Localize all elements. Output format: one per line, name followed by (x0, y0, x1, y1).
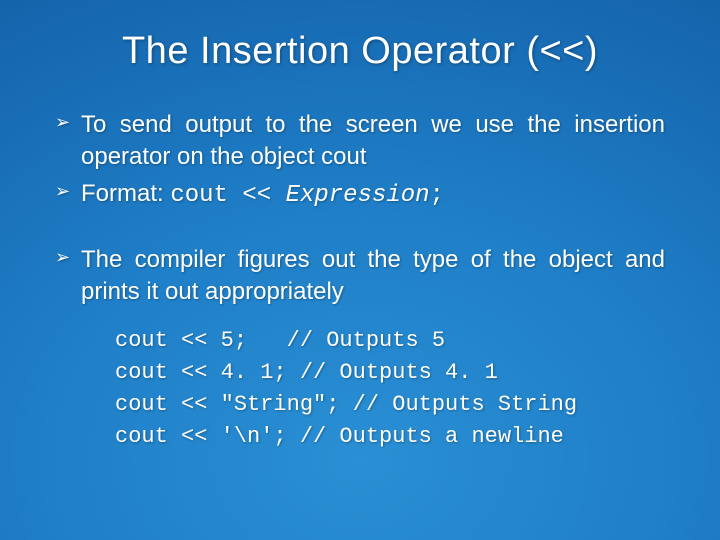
code-line: cout << 4. 1; // Outputs 4. 1 (115, 360, 498, 385)
bullet-code-semi: ; (430, 182, 444, 209)
bullet-code-expression: Expression (286, 182, 430, 209)
bullet-list-2: The compiler figures out the type of the… (55, 244, 665, 307)
slide: The Insertion Operator (<<) To send outp… (0, 0, 720, 540)
bullet-list-1: To send output to the screen we use the … (55, 109, 665, 212)
bullet-text: The compiler figures out the type of the… (81, 246, 665, 305)
spacer (55, 230, 665, 244)
bullet-text: To send output to the screen we use the … (81, 111, 665, 170)
code-line: cout << 5; // Outputs 5 (115, 328, 445, 353)
code-block: cout << 5; // Outputs 5 cout << 4. 1; //… (115, 325, 665, 453)
slide-title: The Insertion Operator (<<) (55, 30, 665, 73)
code-line: cout << '\n'; // Outputs a newline (115, 424, 564, 449)
bullet-text-prefix: Format: (81, 180, 170, 207)
bullet-code: cout << (170, 182, 285, 209)
bullet-item: The compiler figures out the type of the… (55, 244, 665, 307)
code-line: cout << "String"; // Outputs String (115, 392, 577, 417)
bullet-item: To send output to the screen we use the … (55, 109, 665, 172)
bullet-item: Format: cout << Expression; (55, 178, 665, 212)
